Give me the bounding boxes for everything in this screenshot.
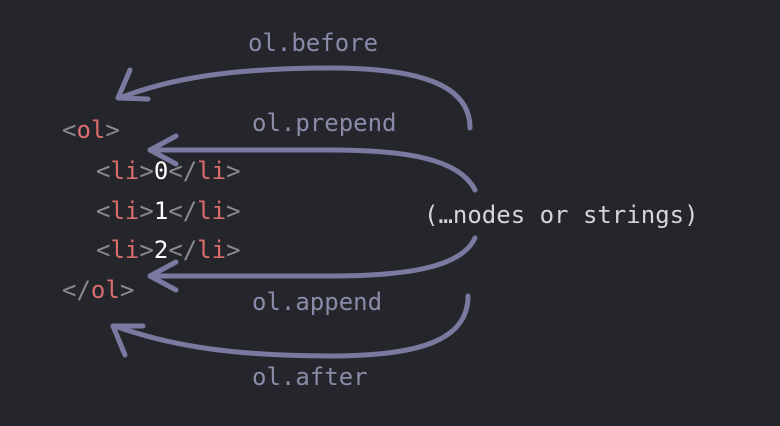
li-open-lt: < [96, 197, 111, 225]
ol-close-tag: </ol> [62, 278, 134, 302]
ol-close-name: ol [90, 276, 120, 304]
li-text: 1 [153, 197, 169, 225]
li-close-lt: </ [168, 236, 198, 264]
li-close-name: li [197, 197, 227, 225]
ol-open-name: ol [76, 116, 106, 144]
li-open-name: li [110, 197, 140, 225]
li-close-name: li [197, 157, 227, 185]
li-close-gt: > [226, 197, 241, 225]
args-label: (…nodes or strings) [424, 201, 699, 229]
list-item: <li>1</li> [96, 199, 241, 223]
ol-open-lt: < [62, 116, 77, 144]
li-open-name: li [110, 157, 140, 185]
before-label: ol.before [248, 29, 379, 57]
li-close-lt: </ [168, 157, 198, 185]
insertion-methods-diagram: ol.before ol.prepend ol.append ol.after … [0, 0, 780, 426]
prepend-label: ol.prepend [252, 109, 397, 137]
li-open-lt: < [96, 157, 111, 185]
li-close-gt: > [226, 157, 241, 185]
li-close-lt: </ [168, 197, 198, 225]
after-label: ol.after [252, 363, 368, 391]
append-label: ol.append [252, 288, 383, 316]
li-open-gt: > [139, 197, 154, 225]
ol-open-gt: > [105, 116, 120, 144]
li-close-gt: > [226, 236, 241, 264]
li-text: 2 [153, 236, 169, 264]
li-text: 0 [153, 157, 169, 185]
ol-close-lt: </ [62, 276, 91, 304]
li-close-name: li [197, 236, 227, 264]
li-open-name: li [110, 236, 140, 264]
li-open-gt: > [139, 157, 154, 185]
ol-open-tag: <ol> [62, 118, 120, 142]
li-open-gt: > [139, 236, 154, 264]
li-open-lt: < [96, 236, 111, 264]
list-item: <li>0</li> [96, 159, 241, 183]
list-item: <li>2</li> [96, 238, 241, 262]
ol-close-gt: > [119, 276, 135, 304]
